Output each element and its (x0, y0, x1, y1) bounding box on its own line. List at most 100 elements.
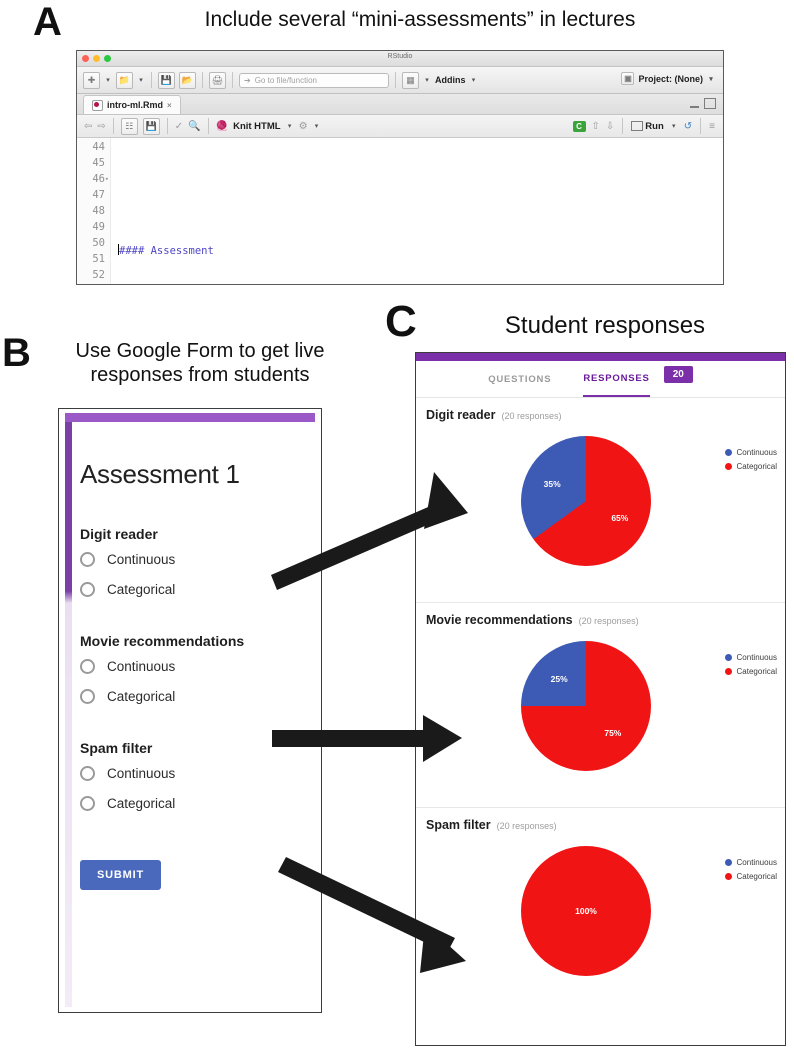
pie-chart-row: 100% Continuous Categorical (416, 832, 785, 1012)
panel-a-title: Include several “mini-assessments” in le… (204, 8, 636, 31)
find-replace-icon[interactable]: 🔍 (188, 121, 200, 132)
open-file-caret-icon[interactable]: ▾ (137, 76, 145, 84)
legend-label: Continuous (736, 653, 777, 662)
radio-option[interactable]: Categorical (80, 689, 311, 704)
close-tab-icon[interactable]: × (167, 101, 172, 110)
radio-option-label: Categorical (107, 796, 176, 811)
radio-button-icon[interactable] (80, 796, 95, 811)
forward-arrow-icon[interactable]: ⇨ (97, 121, 105, 132)
panes-caret-icon[interactable]: ▾ (423, 76, 431, 84)
tab-responses[interactable]: RESPONSES (583, 362, 650, 397)
new-file-caret-icon[interactable]: ▾ (104, 76, 112, 84)
legend-color-swatch (724, 654, 732, 661)
pie-chart: 65% 35% (521, 436, 651, 566)
knit-icon[interactable]: 🧶 (216, 121, 228, 132)
line-number: 46 ▾ (92, 173, 109, 185)
panel-letter-a: A (33, 0, 62, 44)
radio-button-icon[interactable] (80, 689, 95, 704)
legend-color-swatch (724, 449, 732, 456)
code-editor[interactable]: 44 45 46 ▾ 47 48 49 50 51 52 #### Assessm… (77, 138, 723, 284)
back-arrow-icon[interactable]: ⇦ (84, 121, 92, 132)
knit-html-button[interactable]: Knit HTML (233, 121, 281, 132)
radio-button-icon[interactable] (80, 766, 95, 781)
code-line-heading: #### Assessment (118, 244, 214, 257)
maximize-pane-icon[interactable] (704, 98, 716, 109)
legend-item: Continuous (724, 858, 777, 867)
rstudio-window-title: RStudio (387, 53, 413, 60)
radio-button-icon[interactable] (80, 552, 95, 567)
run-next-chunk-icon[interactable]: ⇩ (606, 121, 614, 132)
addins-caret-icon[interactable]: ▾ (470, 76, 478, 84)
pie-chart: 100% (521, 846, 651, 976)
radio-option[interactable]: Categorical (80, 796, 311, 811)
fold-arrow-icon[interactable]: ▾ (105, 171, 109, 187)
editor-tab-label: intro-ml.Rmd (107, 100, 163, 110)
minimize-pane-icon[interactable] (690, 105, 699, 108)
run-caret-icon[interactable]: ▾ (670, 122, 678, 130)
addins-button[interactable]: Addins (435, 75, 466, 85)
line-number: 51 (92, 253, 105, 265)
radio-option[interactable]: Continuous (80, 766, 311, 781)
legend-item: Categorical (724, 872, 777, 881)
radio-option[interactable]: Continuous (80, 552, 311, 567)
save-document-icon[interactable]: 💾 (142, 117, 160, 135)
save-icon[interactable]: 💾 (158, 71, 175, 89)
insert-chunk-icon[interactable]: C (572, 120, 586, 132)
form-accent-top-bar (65, 413, 315, 422)
run-label: Run (645, 120, 664, 132)
source-icon[interactable]: ↺ (684, 121, 692, 132)
response-question-name: Spam filter (426, 818, 491, 832)
toolbar-divider (622, 118, 624, 134)
toolbar-divider (166, 118, 168, 134)
legend-color-swatch (724, 668, 732, 675)
radio-button-icon[interactable] (80, 582, 95, 597)
pane-window-controls[interactable] (690, 98, 716, 109)
editor-tab-intro-ml-rmd[interactable]: intro-ml.Rmd × (83, 95, 181, 114)
form-accent-left-bar (65, 413, 72, 1007)
pie-legend: Continuous Categorical (724, 653, 777, 676)
legend-item: Categorical (724, 667, 777, 676)
run-previous-chunks-icon[interactable]: ⇧ (592, 121, 600, 132)
workspace-panes-icon[interactable]: ▦ (402, 71, 419, 89)
editor-code-area[interactable]: #### Assessment For each of the followin… (111, 138, 723, 284)
radio-button-icon[interactable] (80, 659, 95, 674)
knit-caret-icon[interactable]: ▾ (286, 122, 294, 130)
responses-tabbar: QUESTIONS RESPONSES 20 (416, 361, 785, 398)
outline-toggle-icon[interactable]: ≡ (709, 121, 715, 132)
project-selector[interactable]: ▣ Project: (None) ▾ (621, 72, 715, 85)
line-number: 49 (92, 221, 105, 233)
gear-icon[interactable]: ⚙ (299, 121, 308, 132)
rstudio-titlebar: RStudio (77, 51, 723, 67)
save-all-icon[interactable]: 📂 (179, 71, 196, 89)
print-icon[interactable]: 🖨 (209, 71, 226, 89)
editor-tabbar: intro-ml.Rmd × (77, 94, 723, 115)
gear-caret-icon[interactable]: ▾ (313, 122, 321, 130)
radio-option-label: Categorical (107, 582, 176, 597)
legend-label: Categorical (736, 872, 777, 881)
form-question-block: Movie recommendations Continuous Categor… (80, 633, 311, 704)
pie-legend: Continuous Categorical (724, 448, 777, 471)
toolbar-divider (207, 118, 209, 134)
pie-slice-label: 35% (543, 478, 561, 489)
legend-label: Categorical (736, 667, 777, 676)
submit-button[interactable]: SUBMIT (80, 860, 161, 890)
new-file-icon[interactable]: ✚ (83, 71, 100, 89)
pie-slice-label: 75% (604, 727, 622, 738)
legend-item: Categorical (724, 462, 777, 471)
spellcheck-icon[interactable]: ✓ (175, 121, 183, 132)
radio-option[interactable]: Continuous (80, 659, 311, 674)
pie-chart-row: 65% 35% Continuous Categorical (416, 422, 785, 602)
goto-file-function-input[interactable]: ➔ Go to file/function (239, 72, 389, 88)
toolbar-divider (112, 118, 114, 134)
toolbar-divider (202, 72, 203, 88)
run-button[interactable]: Run (631, 120, 664, 132)
line-number: 52 (92, 269, 105, 281)
tab-questions[interactable]: QUESTIONS (488, 363, 551, 396)
response-question-header: Movie recommendations (20 responses) (416, 613, 785, 627)
open-file-icon[interactable]: 📁 (116, 71, 133, 89)
radio-option[interactable]: Categorical (80, 582, 311, 597)
show-document-outline-icon[interactable]: ☷ (120, 117, 138, 135)
project-caret-icon: ▾ (709, 75, 713, 83)
